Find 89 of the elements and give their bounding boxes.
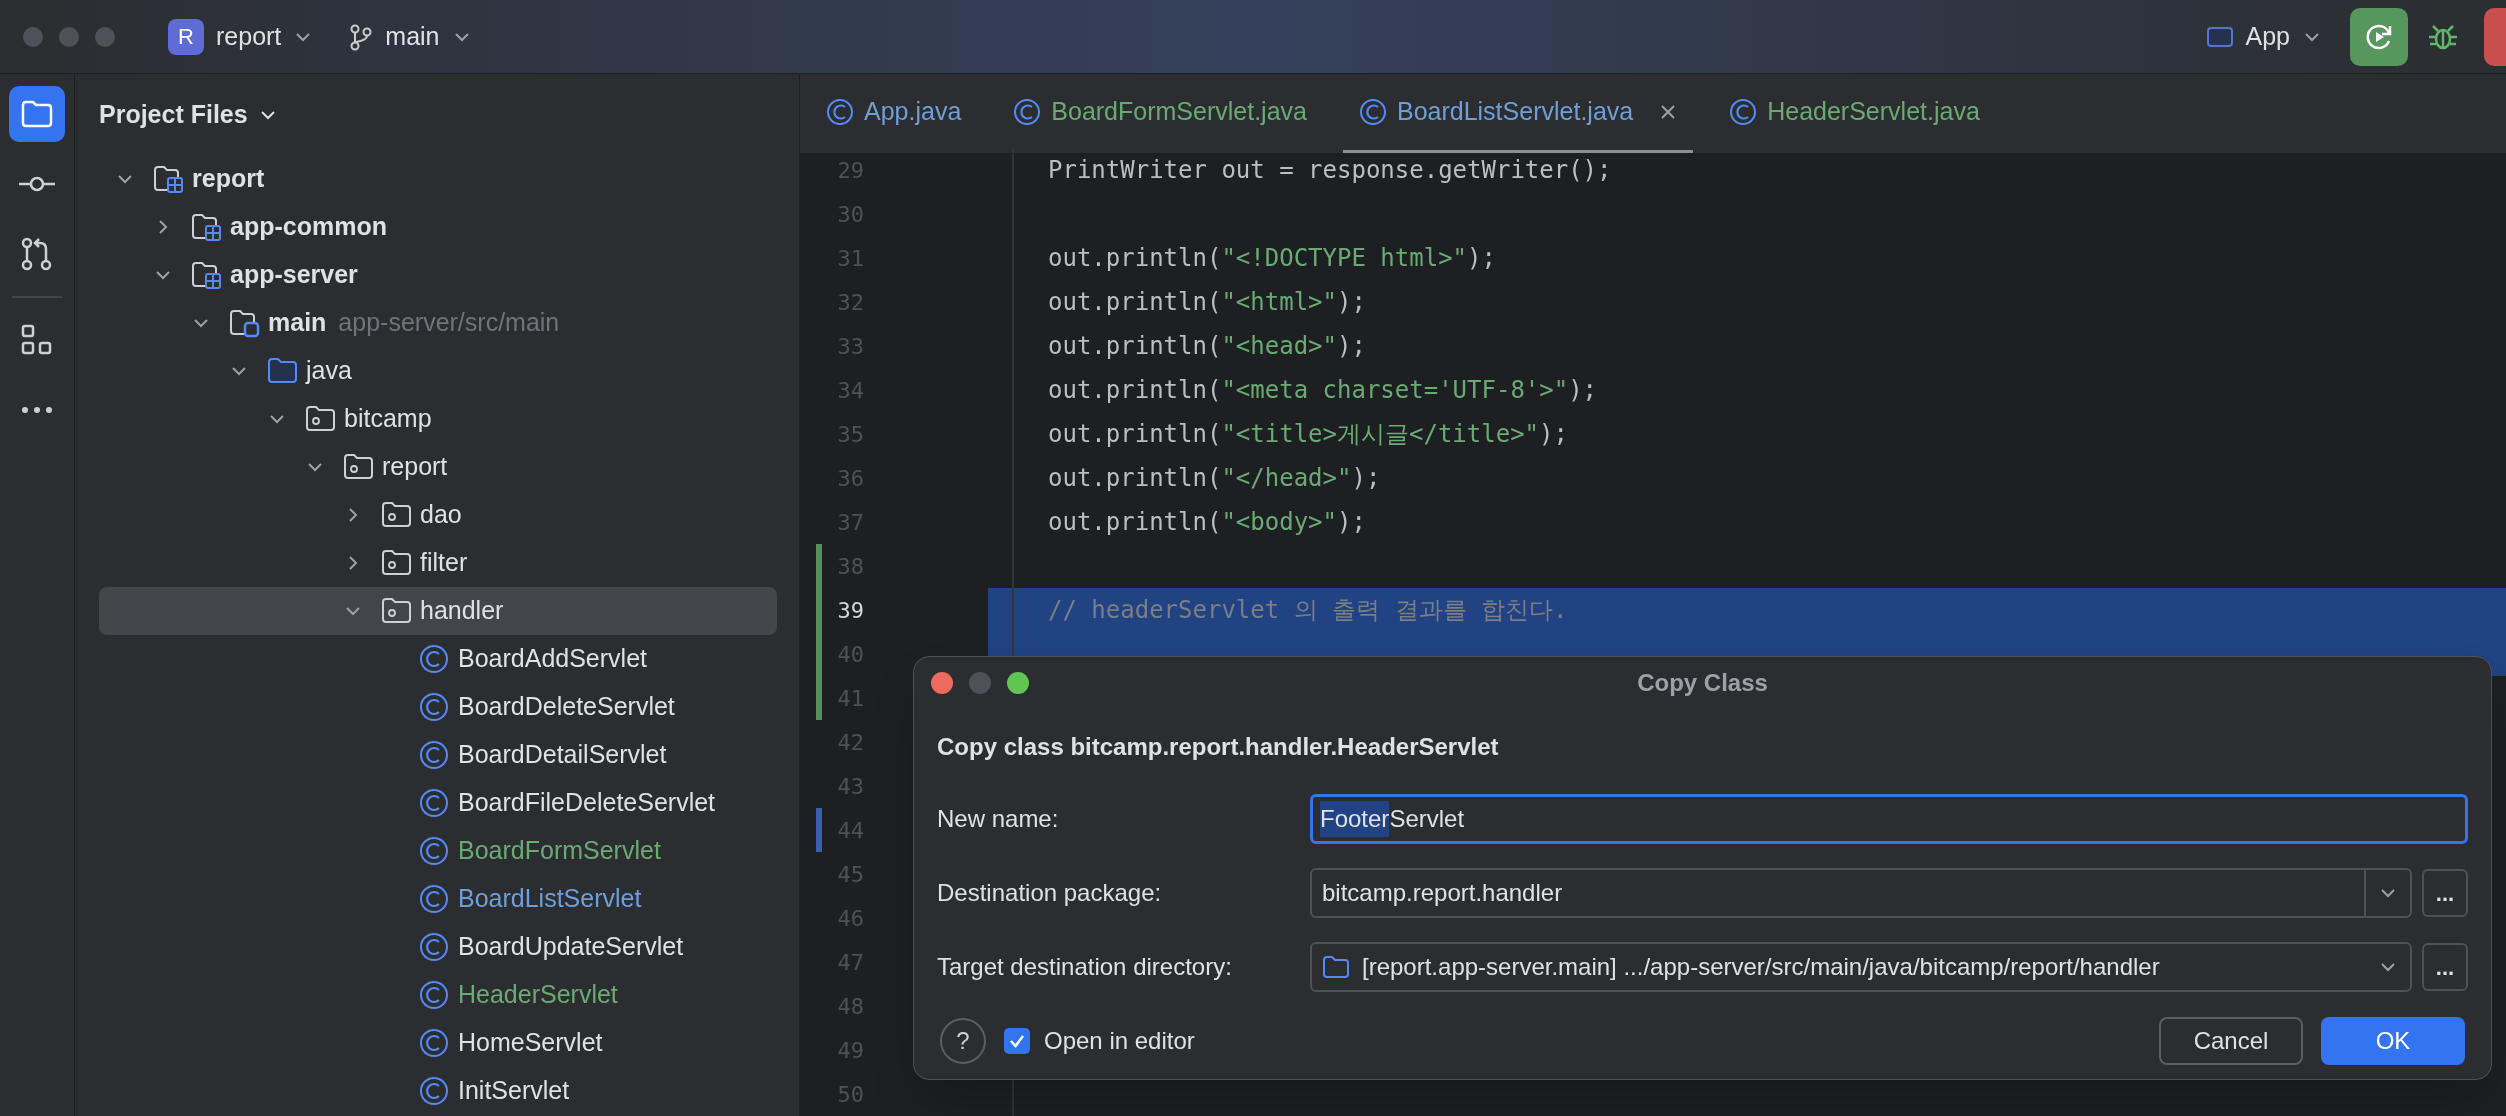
window-control-icon [94, 25, 116, 48]
tree-item[interactable]: bitcamp [99, 395, 777, 443]
tree-item[interactable]: report [99, 155, 777, 203]
tree-item[interactable]: app-server [99, 251, 777, 299]
tree-item[interactable]: handler [99, 587, 777, 635]
tree-item[interactable]: BoardDetailServlet [99, 731, 777, 779]
checkbox[interactable] [1004, 1028, 1030, 1054]
code-line: out.println("<body>"); [1048, 507, 1366, 538]
browse-button[interactable]: ... [2422, 943, 2468, 991]
class-icon [1358, 98, 1387, 126]
input-field[interactable]: [report.app-server.main] .../app-server/src/main/java/bitcamp/report/handler [1310, 942, 2412, 992]
browse-button[interactable]: ... [2422, 869, 2468, 917]
project-selector[interactable]: R report [156, 11, 326, 62]
dialog-button[interactable]: Cancel [2159, 1017, 2303, 1065]
code-line: out.println("<head>"); [1048, 331, 1366, 362]
tree-item[interactable]: HeaderServlet [99, 971, 777, 1019]
open-in-editor-checkbox[interactable]: Open in editor [1004, 1023, 1195, 1059]
class-icon [826, 98, 854, 126]
tree-item[interactable]: filter [99, 539, 777, 587]
package-folder-icon [305, 404, 336, 434]
package-folder-icon [381, 596, 412, 626]
tree-item[interactable]: dao [99, 491, 777, 539]
tree-item[interactable]: InitServlet [99, 1067, 777, 1115]
tree-item[interactable]: BoardFormServlet [99, 827, 777, 875]
class-icon [419, 1028, 450, 1058]
tree-item[interactable]: BoardListServlet [99, 875, 777, 923]
tree-item[interactable]: BoardFileDeleteServlet [99, 779, 777, 827]
code-line: out.println("<title>게시글</title>"); [1048, 419, 1568, 450]
rerun-button[interactable] [2350, 7, 2408, 66]
class-icon [419, 644, 450, 674]
editor-tab[interactable]: HeaderServlet.java [1713, 74, 1996, 153]
editor-tab[interactable]: App.java [810, 74, 978, 153]
module-folder-icon [153, 164, 184, 194]
folder-icon [1322, 955, 1350, 979]
code-line: PrintWriter out = response.getWriter(); [1048, 155, 1612, 186]
class-icon [419, 692, 450, 722]
dialog-button[interactable]: OK [2321, 1017, 2465, 1065]
package-folder-icon [343, 452, 374, 482]
branch-selector[interactable]: main [337, 11, 484, 62]
class-icon [419, 740, 450, 770]
field-label: New name: [937, 804, 1060, 834]
class-icon [1729, 98, 1758, 126]
editor-tab[interactable]: BoardListServlet.java [1342, 74, 1694, 153]
dialog-title: Copy Class [1637, 668, 1768, 698]
input-field[interactable]: bitcamp.report.handler [1310, 868, 2412, 918]
tree-item[interactable]: BoardUpdateServlet [99, 923, 777, 971]
package-folder-icon [381, 548, 412, 578]
class-icon [419, 980, 450, 1010]
folder-icon [267, 356, 298, 386]
tree-item[interactable]: HomeServlet [99, 1019, 777, 1067]
tree-item[interactable]: BoardAddServlet [99, 635, 777, 683]
run-configuration-selector[interactable]: App [2195, 11, 2332, 62]
tree-item[interactable]: report [99, 443, 777, 491]
input-field[interactable]: FooterServlet [1310, 794, 2468, 844]
branch-icon [349, 22, 374, 51]
code-line: out.println("<!DOCTYPE html>"); [1048, 243, 1496, 274]
module-folder-icon [191, 212, 222, 242]
class-icon [419, 788, 450, 818]
close-icon[interactable] [930, 671, 954, 695]
package-folder-icon [381, 500, 412, 530]
panel-title[interactable]: Project Files [99, 95, 278, 134]
help-button[interactable]: ? [940, 1018, 986, 1064]
class-icon [419, 1076, 450, 1106]
field-label: Target destination directory: [937, 952, 1233, 982]
code-comment: // headerServlet 의 출력 결과를 합친다. [1048, 595, 1568, 626]
window-icon [2205, 24, 2234, 49]
module-folder-icon [229, 308, 260, 338]
window-control-icon [22, 25, 44, 48]
class-icon [1013, 98, 1042, 126]
module-folder-icon [191, 260, 222, 290]
window-control-icon [58, 25, 80, 48]
tool-window-button[interactable] [9, 86, 65, 142]
tree-item[interactable]: app-common [99, 203, 777, 251]
line-number: 39 [836, 596, 864, 625]
editor-tab[interactable]: BoardFormServlet.java [997, 74, 1323, 153]
class-icon [419, 836, 450, 866]
tree-item[interactable]: java [99, 347, 777, 395]
code-line: out.println("<meta charset='UTF-8'>"); [1048, 375, 1598, 406]
zoom-icon[interactable] [1006, 671, 1030, 695]
code-line: out.println("<html>"); [1048, 287, 1366, 318]
tree-item[interactable]: BoardDeleteServlet [99, 683, 777, 731]
code-line: out.println("</head>"); [1048, 463, 1381, 494]
tree-item[interactable]: main app-server/src/main [99, 299, 777, 347]
field-label: Destination package: [937, 878, 1163, 908]
close-icon[interactable] [1659, 103, 1678, 121]
class-icon [419, 932, 450, 962]
dialog-heading: Copy class bitcamp.report.handler.HeaderServlet [936, 732, 1500, 762]
class-icon [419, 884, 450, 914]
project-badge: R [168, 18, 204, 55]
